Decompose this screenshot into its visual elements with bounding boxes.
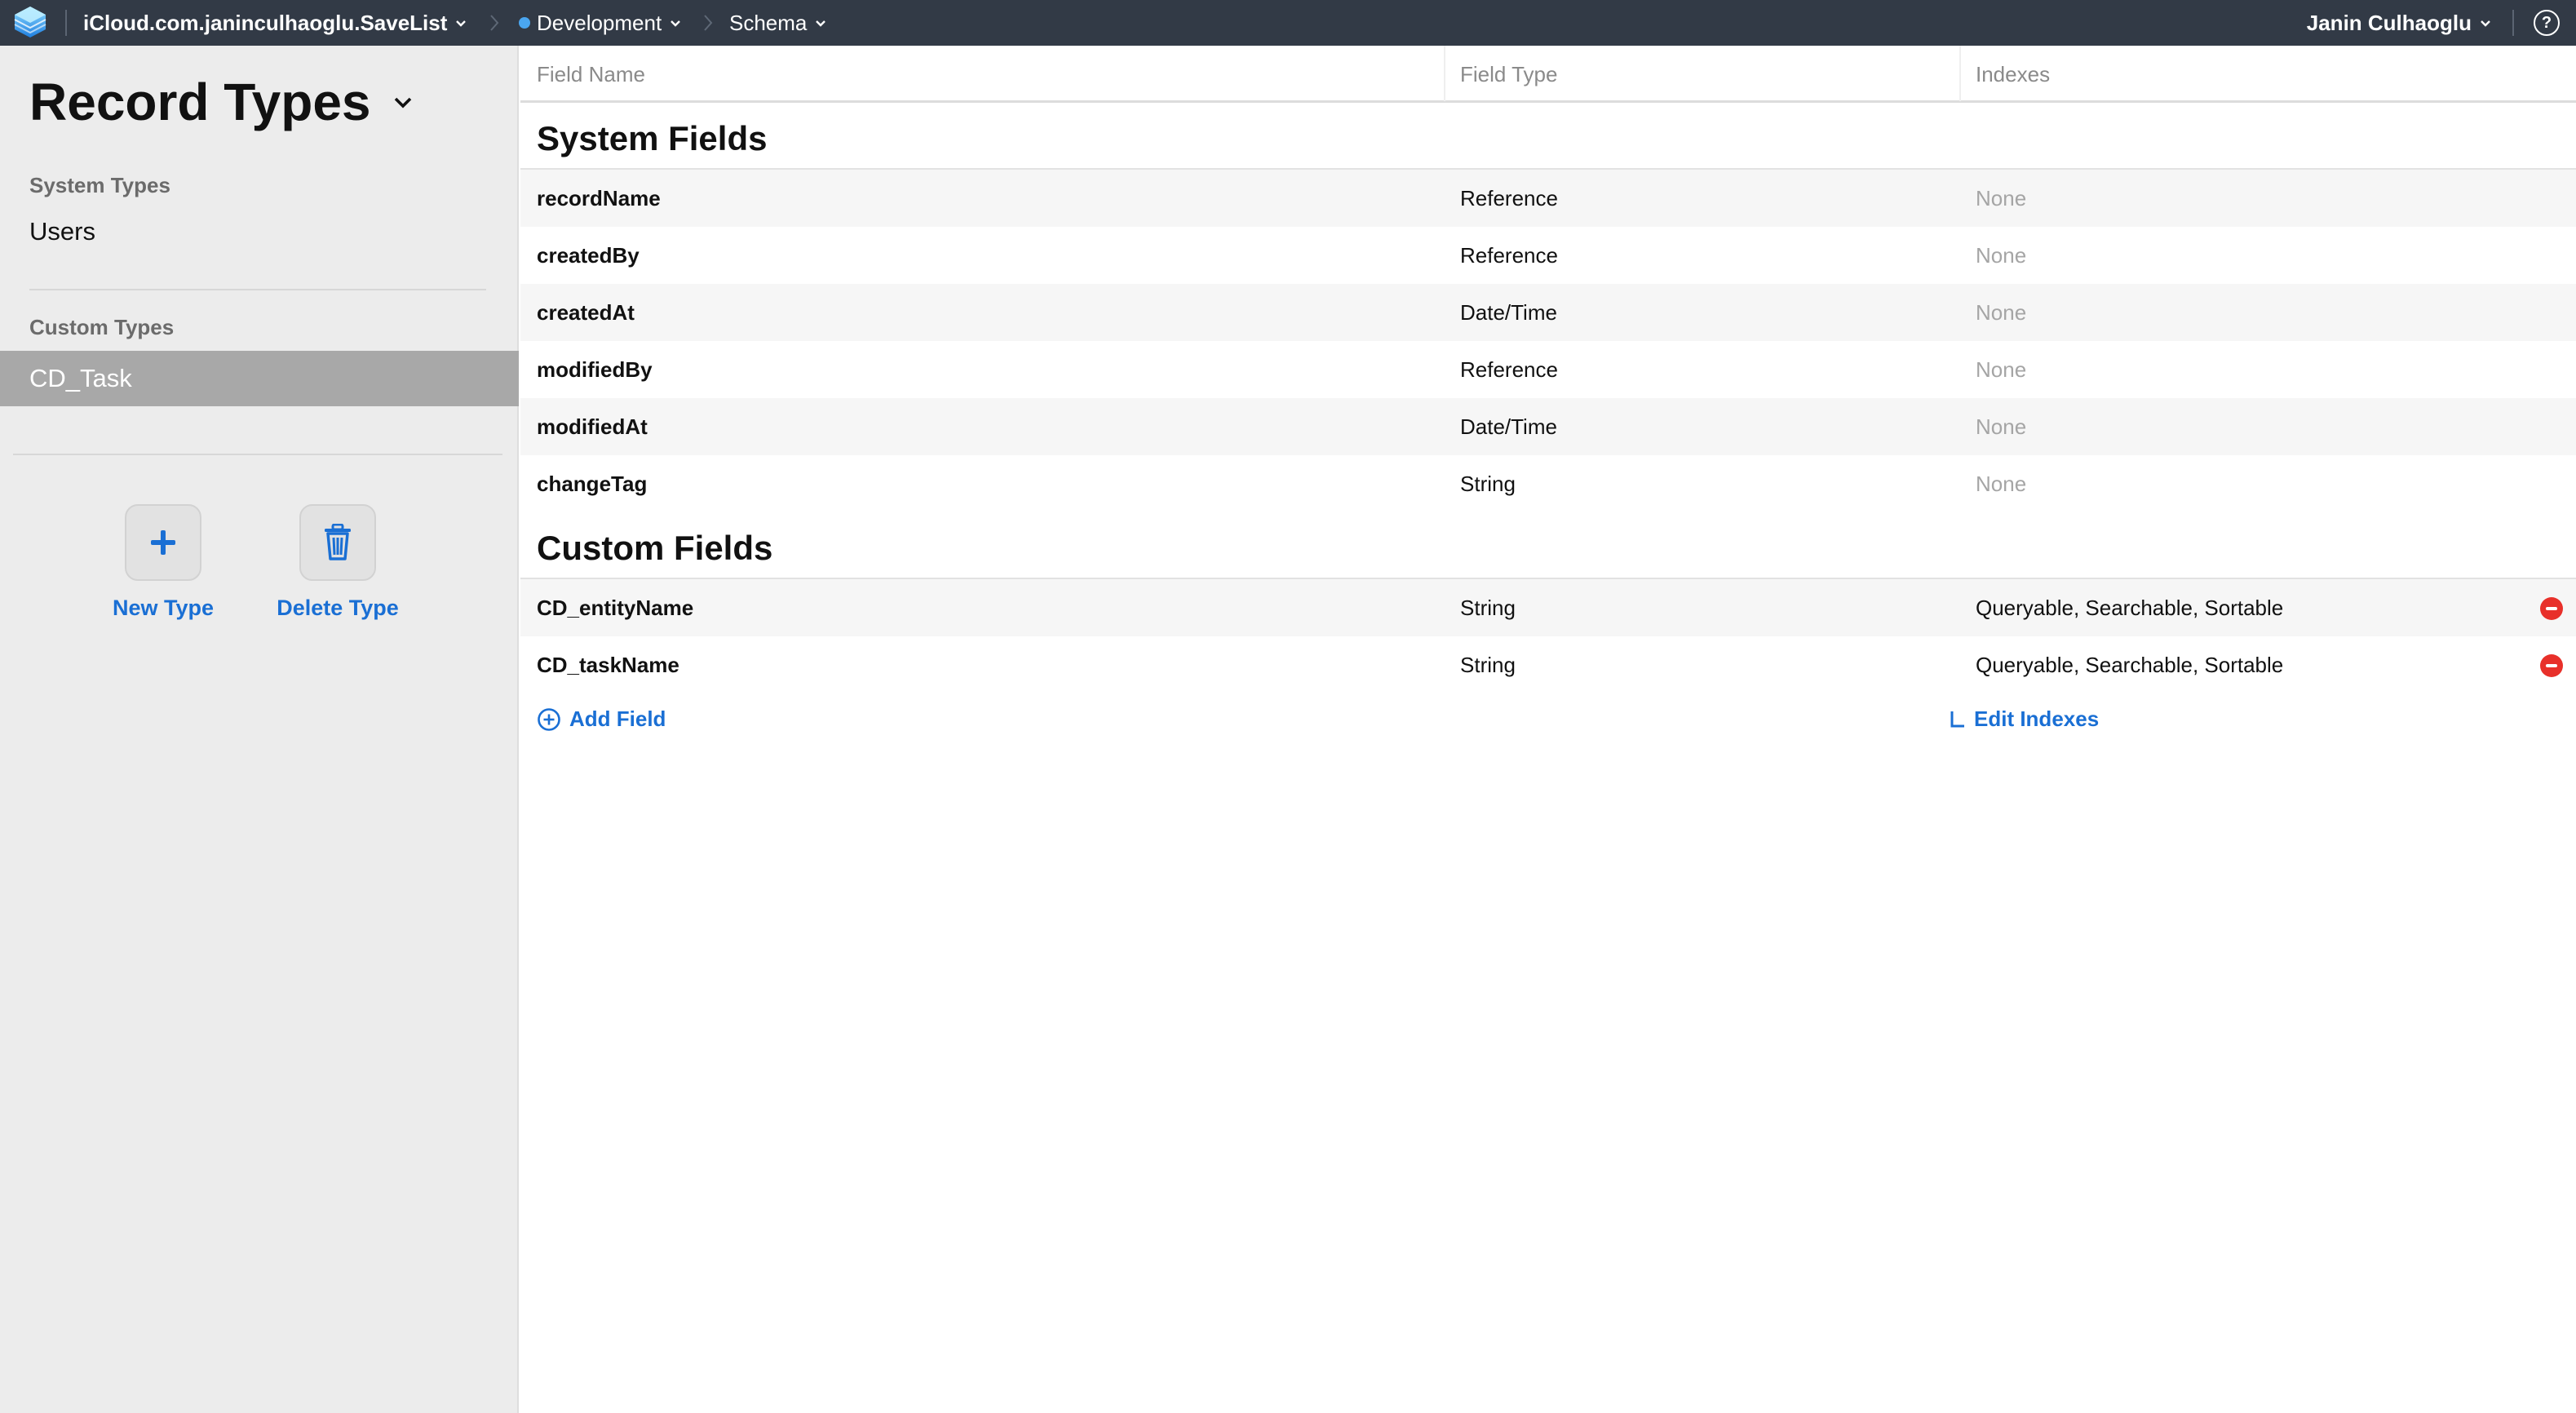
edit-indexes-button[interactable]: Edit Indexes bbox=[1950, 706, 2099, 732]
field-indexes: None bbox=[1976, 186, 2027, 210]
table-row[interactable]: createdAt Date/Time None bbox=[520, 284, 2576, 341]
field-type: Reference bbox=[1460, 357, 1558, 382]
custom-fields-heading: Custom Fields bbox=[537, 529, 773, 567]
column-resize-handle[interactable] bbox=[1444, 46, 1445, 101]
field-indexes: Queryable, Searchable, Sortable bbox=[1976, 596, 2284, 620]
remove-field-icon[interactable] bbox=[2540, 654, 2563, 677]
field-name: changeTag bbox=[537, 472, 648, 496]
record-types-menu[interactable]: Record Types bbox=[29, 72, 415, 132]
sidebar-divider bbox=[29, 289, 486, 290]
topbar-divider bbox=[65, 10, 67, 36]
field-type: Date/Time bbox=[1460, 414, 1557, 439]
chevron-down-icon bbox=[456, 20, 467, 27]
chevron-down-icon bbox=[2481, 20, 2490, 27]
field-type: String bbox=[1460, 472, 1516, 496]
container-selector[interactable]: iCloud.com.janinculhaoglu.SaveList bbox=[83, 0, 468, 46]
sidebar-divider bbox=[13, 454, 502, 455]
chevron-down-icon bbox=[816, 20, 826, 27]
user-name: Janin Culhaoglu bbox=[2306, 10, 2472, 35]
delete-type-icon-box bbox=[299, 504, 376, 581]
cloudkit-logo-icon[interactable] bbox=[11, 3, 49, 41]
delete-type-button[interactable]: Delete Type bbox=[256, 504, 419, 621]
environment-status-dot bbox=[519, 17, 530, 29]
field-type: Date/Time bbox=[1460, 300, 1557, 325]
sidebar-item-cd-task[interactable]: CD_Task bbox=[0, 351, 519, 406]
table-row[interactable]: createdBy Reference None bbox=[520, 227, 2576, 284]
remove-field-icon[interactable] bbox=[2540, 597, 2563, 620]
new-type-icon-box bbox=[125, 504, 201, 581]
add-circle-icon bbox=[538, 707, 560, 731]
field-indexes: None bbox=[1976, 472, 2027, 496]
field-indexes: None bbox=[1976, 243, 2027, 268]
new-type-button[interactable]: New Type bbox=[82, 504, 245, 621]
table-row[interactable]: CD_entityName String Queryable, Searchab… bbox=[520, 579, 2576, 636]
sidebar-title: Record Types bbox=[29, 73, 371, 131]
table-row[interactable]: modifiedBy Reference None bbox=[520, 341, 2576, 398]
table-row[interactable]: changeTag String None bbox=[520, 455, 2576, 512]
field-indexes: None bbox=[1976, 300, 2027, 325]
field-name: modifiedBy bbox=[537, 357, 653, 382]
field-name: modifiedAt bbox=[537, 414, 648, 439]
help-glyph: ? bbox=[2541, 13, 2552, 32]
top-bar: iCloud.com.janinculhaoglu.SaveList Devel… bbox=[0, 0, 2576, 46]
topbar-divider bbox=[2512, 10, 2514, 36]
system-types-heading: System Types bbox=[29, 173, 170, 197]
table-row[interactable]: recordName Reference None bbox=[520, 170, 2576, 227]
trash-icon bbox=[325, 524, 351, 560]
delete-type-label: Delete Type bbox=[277, 596, 399, 620]
table-row[interactable]: CD_taskName String Queryable, Searchable… bbox=[520, 636, 2576, 693]
help-icon[interactable]: ? bbox=[2534, 10, 2560, 36]
breadcrumb-chevron-icon bbox=[702, 0, 715, 46]
sidebar-item-users[interactable]: Users bbox=[29, 217, 95, 246]
column-resize-handle[interactable] bbox=[1959, 46, 1961, 101]
field-type: Reference bbox=[1460, 243, 1558, 268]
chevron-down-icon bbox=[394, 97, 411, 109]
field-name: createdAt bbox=[537, 300, 635, 325]
edit-indexes-label: Edit Indexes bbox=[1974, 706, 2100, 731]
field-name: CD_taskName bbox=[537, 653, 679, 677]
environment-name: Development bbox=[537, 10, 662, 35]
field-name: createdBy bbox=[537, 243, 640, 268]
schema-table: Field Name Field Type Indexes System Fie… bbox=[520, 46, 2576, 1413]
custom-types-heading: Custom Types bbox=[29, 315, 175, 339]
field-indexes: None bbox=[1976, 414, 2027, 439]
new-type-label: New Type bbox=[112, 596, 215, 620]
field-name: recordName bbox=[537, 186, 661, 210]
breadcrumb-chevron-icon bbox=[488, 0, 501, 46]
system-fields-heading: System Fields bbox=[537, 119, 768, 157]
table-row[interactable]: modifiedAt Date/Time None bbox=[520, 398, 2576, 455]
field-type: String bbox=[1460, 596, 1516, 620]
field-indexes: None bbox=[1976, 357, 2027, 382]
container-name: iCloud.com.janinculhaoglu.SaveList bbox=[83, 10, 448, 35]
table-header: Field Name Field Type Indexes bbox=[520, 46, 2576, 103]
field-name: CD_entityName bbox=[537, 596, 694, 620]
sidebar-item-label: CD_Task bbox=[29, 364, 132, 392]
environment-selector[interactable]: Development bbox=[519, 0, 683, 46]
section-name: Schema bbox=[729, 10, 808, 35]
add-field-label: Add Field bbox=[569, 706, 666, 731]
edit-indexes-icon bbox=[1950, 711, 1964, 727]
chevron-down-icon bbox=[671, 20, 681, 27]
user-menu[interactable]: Janin Culhaoglu bbox=[2307, 0, 2493, 46]
column-header-indexes[interactable]: Indexes bbox=[1976, 62, 2050, 87]
add-field-button[interactable]: Add Field bbox=[537, 706, 666, 732]
field-type: Reference bbox=[1460, 186, 1558, 210]
field-indexes: Queryable, Searchable, Sortable bbox=[1976, 653, 2284, 677]
field-type: String bbox=[1460, 653, 1516, 677]
section-selector[interactable]: Schema bbox=[729, 0, 828, 46]
sidebar: Record Types System Types Users Custom T… bbox=[0, 46, 519, 1413]
plus-icon bbox=[151, 530, 175, 555]
column-header-field-type[interactable]: Field Type bbox=[1460, 62, 1557, 87]
column-header-field-name[interactable]: Field Name bbox=[537, 62, 645, 87]
